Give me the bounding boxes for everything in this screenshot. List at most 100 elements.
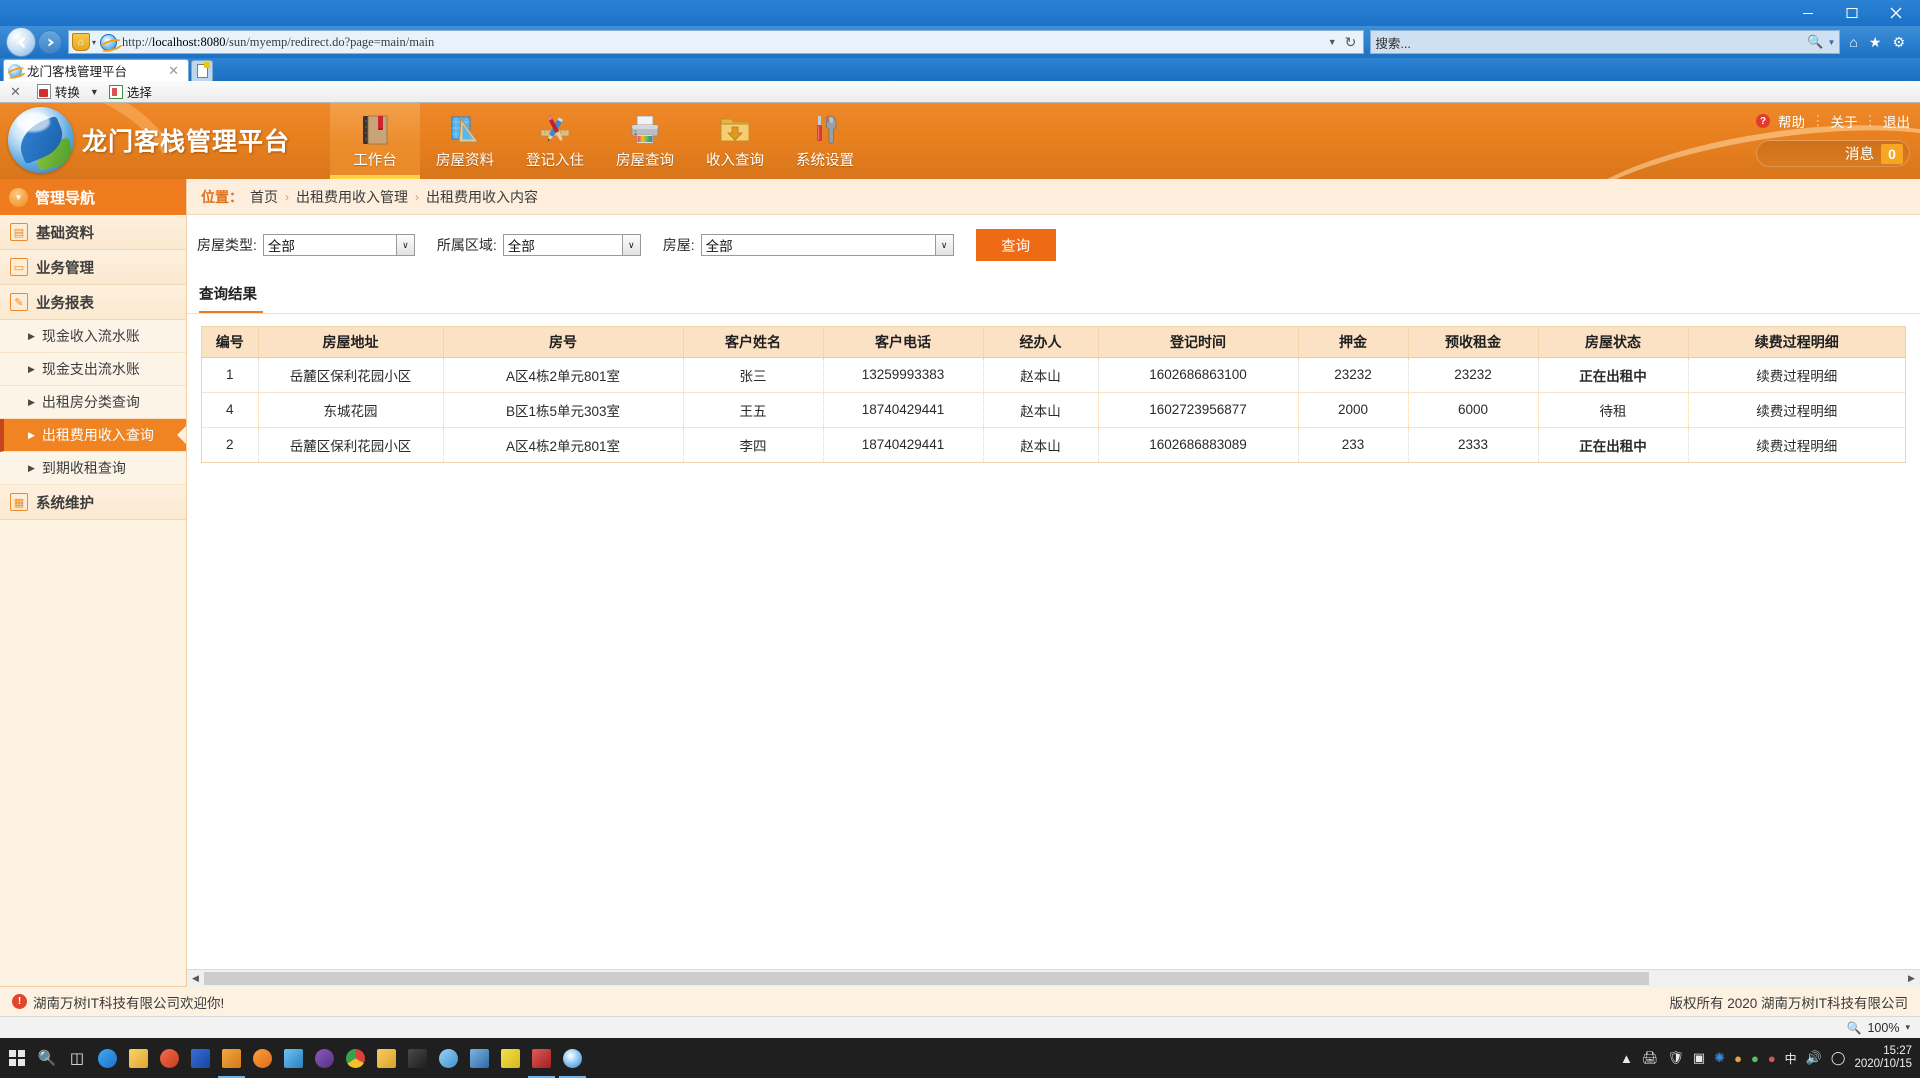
breadcrumb-item-home[interactable]: 首页 xyxy=(250,187,278,207)
taskbar-app-terminal[interactable] xyxy=(402,1038,433,1078)
taskbar-search-icon[interactable]: 🔍 xyxy=(32,1038,62,1078)
new-tab-button[interactable] xyxy=(191,60,213,81)
message-button[interactable]: 消息 0 xyxy=(1756,140,1910,167)
addon-close-icon[interactable]: ✕ xyxy=(8,84,27,100)
taskbar-app-explorer[interactable] xyxy=(216,1038,247,1078)
minimize-button[interactable] xyxy=(1786,1,1830,25)
sidebar-item-rental-category-query[interactable]: ▶ 出租房分类查询 xyxy=(0,386,186,419)
about-link[interactable]: 关于 xyxy=(1831,111,1858,131)
addon-dropdown-icon[interactable]: ▼ xyxy=(90,87,99,97)
house-select[interactable]: 全部 ∨ xyxy=(700,234,954,256)
renewal-detail-link[interactable]: 续费过程明细 xyxy=(1688,357,1905,393)
nav-item-workbench[interactable]: 工作台 xyxy=(330,103,420,179)
renewal-detail-link[interactable]: 续费过程明细 xyxy=(1688,392,1905,428)
scrollbar-track[interactable] xyxy=(204,969,1903,987)
taskbar-app-word[interactable] xyxy=(185,1038,216,1078)
tray-icon-print[interactable]: 🖨 xyxy=(1642,1050,1659,1066)
tray-icon-shield[interactable]: 🛡 xyxy=(1667,1050,1684,1066)
tray-icon-network[interactable]: ▲ xyxy=(1620,1051,1633,1066)
sidebar-item-basic-data[interactable]: ▤ 基础资料 xyxy=(0,215,186,250)
query-button[interactable]: 查询 xyxy=(975,229,1056,261)
tray-icon-app1[interactable]: ● xyxy=(1734,1051,1742,1066)
sidebar-item-due-rent-query[interactable]: ▶ 到期收租查询 xyxy=(0,452,186,485)
taskbar-app-note[interactable] xyxy=(495,1038,526,1078)
sidebar-item-business-management[interactable]: ▭ 业务管理 xyxy=(0,250,186,285)
tray-icon-battery[interactable]: ▣ xyxy=(1693,1050,1705,1066)
taskbar-app-search2[interactable] xyxy=(433,1038,464,1078)
search-box[interactable]: 搜索... 🔍 ▼ xyxy=(1370,30,1841,54)
table-row[interactable]: 1 岳麓区保利花园小区 A区4栋2单元801室 张三 13259993383 赵… xyxy=(202,357,1905,393)
sidebar-item-rental-income-query[interactable]: ▶ 出租费用收入查询 xyxy=(0,419,186,452)
scrollbar-thumb[interactable] xyxy=(204,971,1649,985)
address-bar[interactable]: ⌂ ▾ http://localhost:8080/sun/myemp/redi… xyxy=(68,30,1365,54)
back-icon[interactable] xyxy=(6,27,36,57)
chevron-down-icon[interactable]: ∨ xyxy=(934,235,953,255)
status-badge: 正在出租中 xyxy=(1538,427,1689,462)
taskbar-app-files[interactable] xyxy=(371,1038,402,1078)
taskbar-app-chrome[interactable] xyxy=(340,1038,371,1078)
nav-item-house-data[interactable]: 房屋资料 xyxy=(420,103,510,179)
table-row[interactable]: 4 东城花园 B区1栋5单元303室 王五 18740429441 赵本山 16… xyxy=(202,392,1905,428)
table-row[interactable]: 2 岳麓区保利花园小区 A区4栋2单元801室 李四 18740429441 赵… xyxy=(202,427,1905,462)
col-detail: 续费过程明细 xyxy=(1688,327,1905,358)
sidebar-item-cash-income-ledger[interactable]: ▶ 现金收入流水账 xyxy=(0,320,186,353)
home-icon[interactable]: ⌂ xyxy=(1849,35,1857,49)
pdf-convert-button[interactable]: 转换 xyxy=(36,82,80,101)
zoom-icon[interactable]: 🔍 xyxy=(1847,1021,1862,1035)
refresh-icon[interactable]: ↻ xyxy=(1345,34,1357,51)
taskbar-app-editor[interactable] xyxy=(278,1038,309,1078)
nav-item-checkin[interactable]: 登记入住 xyxy=(510,103,600,179)
col-room: 房号 xyxy=(443,327,684,358)
taskbar-app-eclipse[interactable] xyxy=(309,1038,340,1078)
sidebar-item-cash-expense-ledger[interactable]: ▶ 现金支出流水账 xyxy=(0,353,186,386)
taskbar-app-ie[interactable] xyxy=(557,1038,588,1078)
tab-close-icon[interactable]: ✕ xyxy=(163,63,184,79)
help-link[interactable]: 帮助 xyxy=(1778,111,1805,131)
ime-indicator[interactable]: 中 xyxy=(1785,1050,1797,1067)
taskbar-clock[interactable]: 15:27 2020/10/15 xyxy=(1854,1045,1912,1071)
taskbar-app-vm[interactable] xyxy=(464,1038,495,1078)
horizontal-scrollbar[interactable]: ◀ ▶ xyxy=(187,969,1920,987)
sidebar-item-business-reports[interactable]: ✎ 业务报表 xyxy=(0,285,186,320)
shield-caret-icon[interactable]: ▾ xyxy=(92,38,96,47)
tray-icon-volume[interactable]: 🔊 xyxy=(1806,1050,1822,1066)
chevron-down-icon[interactable]: ▼ xyxy=(9,187,28,207)
close-button[interactable] xyxy=(1874,1,1918,25)
search-icon[interactable]: 🔍 xyxy=(1807,34,1823,50)
start-button[interactable] xyxy=(2,1038,32,1078)
taskbar-app-browser[interactable] xyxy=(247,1038,278,1078)
scroll-right-icon[interactable]: ▶ xyxy=(1903,969,1920,987)
breadcrumb-item-module[interactable]: 出租费用收入管理 xyxy=(296,187,408,207)
maximize-button[interactable] xyxy=(1830,1,1874,25)
zoom-dropdown-icon[interactable]: ▾ xyxy=(1905,1022,1910,1033)
nav-item-income-query[interactable]: 收入查询 xyxy=(690,103,780,179)
tray-icon-wifi[interactable]: ◯ xyxy=(1831,1050,1846,1066)
taskbar-app-folder[interactable] xyxy=(123,1038,154,1078)
logout-link[interactable]: 退出 xyxy=(1883,111,1910,131)
address-dropdown-icon[interactable]: ▼ xyxy=(1328,37,1337,47)
search-dropdown-icon[interactable]: ▼ xyxy=(1827,38,1835,47)
forward-icon[interactable] xyxy=(38,30,62,54)
chevron-down-icon[interactable]: ∨ xyxy=(621,235,640,255)
area-select[interactable]: 全部 ∨ xyxy=(502,234,641,256)
chevron-down-icon[interactable]: ∨ xyxy=(395,235,414,255)
house-type-select[interactable]: 全部 ∨ xyxy=(262,234,415,256)
taskbar-app-media[interactable] xyxy=(154,1038,185,1078)
task-view-icon[interactable]: ◫ xyxy=(62,1038,92,1078)
renewal-detail-link[interactable]: 续费过程明细 xyxy=(1688,427,1905,462)
nav-item-house-query[interactable]: 房屋查询 xyxy=(600,103,690,179)
tray-icon-app3[interactable]: ● xyxy=(1768,1051,1776,1066)
pdf-select-button[interactable]: 选择 xyxy=(108,82,152,101)
sidebar-item-system-maintenance[interactable]: ▦ 系统维护 xyxy=(0,485,186,520)
favorites-icon[interactable]: ★ xyxy=(1869,35,1882,49)
scroll-left-icon[interactable]: ◀ xyxy=(187,969,204,987)
tray-icon-bluetooth[interactable]: ✺ xyxy=(1714,1050,1725,1066)
zoom-level[interactable]: 100% xyxy=(1867,1021,1899,1035)
taskbar-app-qq[interactable] xyxy=(92,1038,123,1078)
browser-tab[interactable]: 龙门客栈管理平台 ✕ xyxy=(3,59,189,81)
gear-icon[interactable]: ⚙ xyxy=(1892,35,1905,49)
cell-phone: 13259993383 xyxy=(823,357,984,393)
nav-item-system-settings[interactable]: 系统设置 xyxy=(780,103,870,179)
tray-icon-app2[interactable]: ● xyxy=(1751,1051,1759,1066)
taskbar-app-idea[interactable] xyxy=(526,1038,557,1078)
